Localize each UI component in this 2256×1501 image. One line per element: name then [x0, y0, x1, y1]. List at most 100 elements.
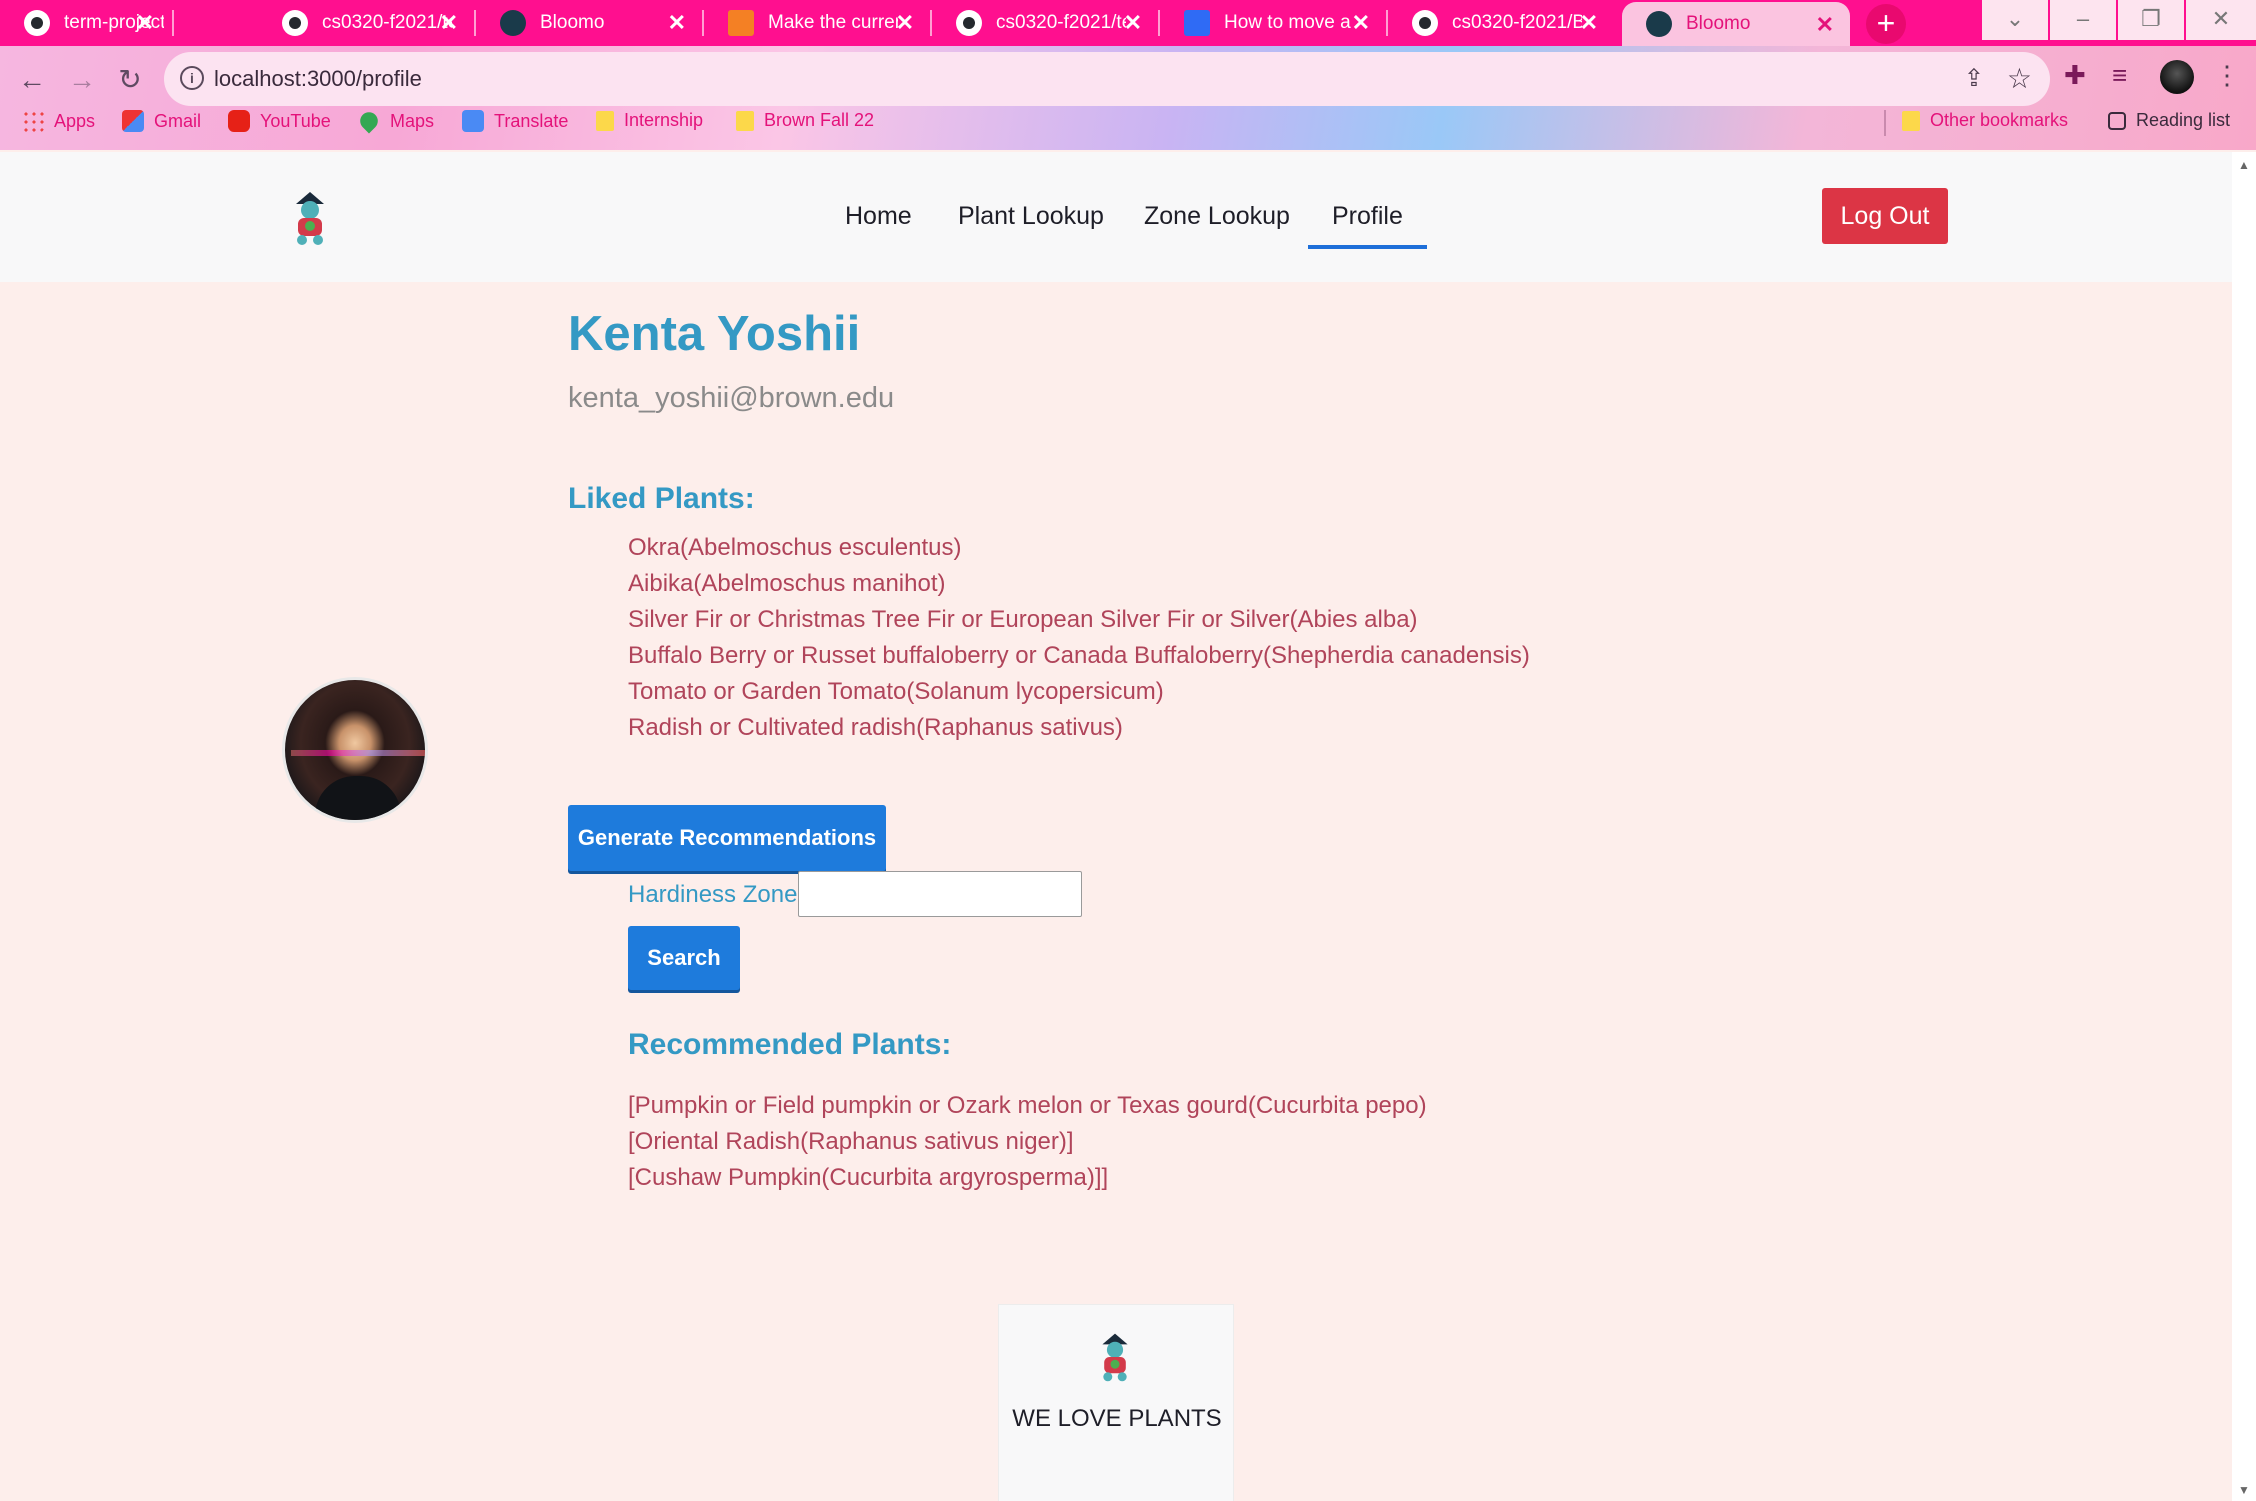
tab-title: cs0320-f2021/te [996, 12, 1126, 33]
recommended-plants-list: [Pumpkin or Field pumpkin or Ozark melon… [628, 1088, 1427, 1196]
forward-icon[interactable]: → [62, 60, 102, 100]
new-tab-button[interactable]: + [1866, 4, 1906, 44]
tab-2[interactable]: cs0320-f2021/te ✕ [258, 0, 474, 46]
hardiness-zone-label: Hardiness Zone: [628, 881, 805, 908]
tab-title: cs0320-f2021/Bl [1452, 12, 1582, 33]
tab-8-active[interactable]: Bloomo ✕ [1622, 2, 1850, 46]
maps-icon [356, 108, 382, 134]
youtube-icon [228, 110, 250, 132]
close-tab-icon[interactable]: ✕ [1124, 10, 1142, 36]
bookmark-brown-fall-22[interactable]: Brown Fall 22 [736, 110, 874, 131]
nav-home[interactable]: Home [845, 202, 912, 231]
bloomo-logo-icon[interactable] [290, 190, 330, 246]
list-item: Radish or Cultivated radish(Raphanus sat… [628, 714, 1123, 741]
menu-dots-icon[interactable]: ⋮ [2214, 60, 2240, 91]
nav-plant-lookup[interactable]: Plant Lookup [958, 202, 1104, 231]
back-icon[interactable]: ← [12, 60, 52, 100]
bookmark-label: Gmail [154, 110, 202, 131]
extensions-icon[interactable]: ✚ [2064, 60, 2086, 91]
scroll-up-icon[interactable]: ▲ [2238, 158, 2250, 172]
scroll-down-icon[interactable]: ▼ [2238, 1483, 2250, 1497]
logout-button[interactable]: Log Out [1822, 188, 1948, 244]
bookmark-maps[interactable]: Maps [356, 108, 435, 134]
tab-title: Bloomo [540, 12, 605, 33]
bookmark-apps[interactable]: Apps [22, 110, 95, 132]
folder-icon [1902, 110, 1920, 131]
nav-zone-lookup[interactable]: Zone Lookup [1144, 202, 1290, 231]
reload-icon[interactable]: ↻ [110, 60, 150, 100]
bookmark-label: Apps [54, 110, 96, 131]
reading-list[interactable]: Reading list [2108, 110, 2230, 131]
tab-title: How to move a [1224, 12, 1351, 33]
bloomo-logo-icon [1102, 1333, 1128, 1382]
close-tab-icon[interactable]: ✕ [1580, 10, 1598, 36]
close-tab-icon[interactable]: ✕ [136, 10, 154, 36]
close-tab-icon[interactable]: ✕ [1352, 10, 1370, 36]
stackoverflow-icon [728, 10, 754, 36]
bookmark-internship[interactable]: Internship [596, 110, 703, 131]
bookmark-divider [1884, 110, 1886, 136]
tab-title: cs0320-f2021/te [322, 12, 452, 33]
bloomo-icon [1646, 11, 1672, 37]
close-tab-icon[interactable]: ✕ [440, 10, 458, 36]
other-bookmarks[interactable]: Other bookmarks [1902, 110, 2068, 131]
tab-6[interactable]: How to move a ✕ [1160, 0, 1386, 46]
restore-icon[interactable]: ❐ [2118, 0, 2184, 40]
url-text[interactable]: localhost:3000/profile [214, 66, 422, 92]
bookmark-translate[interactable]: Translate [462, 110, 568, 132]
page-content: Home Plant Lookup Zone Lookup Profile Lo… [0, 152, 2232, 1501]
github-icon [956, 10, 982, 36]
tab-divider [172, 10, 174, 36]
tab-4[interactable]: Make the curren ✕ [704, 0, 930, 46]
generate-recommendations-button[interactable]: Generate Recommendations [568, 805, 886, 871]
tab-1[interactable]: term-project-alc ✕ [0, 0, 170, 46]
tab-search-icon[interactable]: ⌄ [1982, 0, 2048, 40]
recommended-plants-title: Recommended Plants: [628, 1028, 952, 1061]
translate-icon [462, 110, 484, 132]
share-icon[interactable]: ⇪ [1964, 64, 1984, 93]
tab-title: Make the curren [768, 12, 898, 33]
tab-7[interactable]: cs0320-f2021/Bl ✕ [1388, 0, 1614, 46]
folder-icon [736, 110, 754, 131]
tab-5[interactable]: cs0320-f2021/te ✕ [932, 0, 1158, 46]
close-tab-icon[interactable]: ✕ [1816, 12, 1834, 38]
tab-3[interactable]: Bloomo ✕ [476, 0, 702, 46]
page-scrollbar[interactable]: ▲ ▼ [2232, 152, 2256, 1501]
bookmark-star-icon[interactable]: ☆ [2007, 62, 2032, 95]
bookmark-gmail[interactable]: Gmail [122, 110, 201, 132]
footer-text: WE LOVE PLANTS [1012, 1405, 1222, 1432]
site-navbar: Home Plant Lookup Zone Lookup Profile Lo… [0, 152, 2232, 282]
address-bar[interactable]: i localhost:3000/profile ⇪ ☆ [164, 52, 2050, 106]
bloomo-icon [500, 10, 526, 36]
tab-strip: term-project-alc ✕ cs0320-f2021/te ✕ Blo… [0, 0, 2256, 46]
bookmark-label: YouTube [260, 110, 331, 131]
bookmark-label: Translate [494, 110, 569, 131]
folder-icon [596, 110, 614, 131]
bookmark-label: Brown Fall 22 [764, 110, 875, 130]
atlassian-icon [1184, 10, 1210, 36]
media-control-icon[interactable]: ≡ [2112, 60, 2127, 91]
close-tab-icon[interactable]: ✕ [896, 10, 914, 36]
site-info-icon[interactable]: i [180, 66, 204, 90]
close-tab-icon[interactable]: ✕ [668, 10, 686, 36]
nav-profile[interactable]: Profile [1308, 202, 1427, 249]
profile-email: kenta_yoshii@brown.edu [568, 382, 895, 414]
list-item: [Cushaw Pumpkin(Cucurbita argyrosperma)]… [628, 1164, 1109, 1191]
search-button[interactable]: Search [628, 926, 740, 990]
apps-icon [22, 110, 44, 132]
github-icon [24, 10, 50, 36]
list-item: Okra(Abelmoschus esculentus) [628, 534, 962, 561]
liked-plants-list: Okra(Abelmoschus esculentus) Aibika(Abel… [628, 530, 1530, 746]
photo-background-lights [291, 750, 425, 756]
bookmark-label: Maps [390, 110, 435, 131]
bookmark-label: Other bookmarks [1930, 110, 2069, 130]
browser-profile-avatar[interactable] [2160, 60, 2194, 94]
list-item: [Oriental Radish(Raphanus sativus niger)… [628, 1128, 1074, 1155]
reading-list-icon [2108, 111, 2126, 130]
close-window-icon[interactable]: ✕ [2186, 0, 2256, 40]
minimize-icon[interactable]: – [2050, 0, 2116, 40]
reading-list-label: Reading list [2136, 110, 2231, 130]
hardiness-zone-input[interactable] [798, 871, 1082, 917]
bookmark-youtube[interactable]: YouTube [228, 110, 331, 132]
list-item: Buffalo Berry or Russet buffaloberry or … [628, 642, 1530, 669]
